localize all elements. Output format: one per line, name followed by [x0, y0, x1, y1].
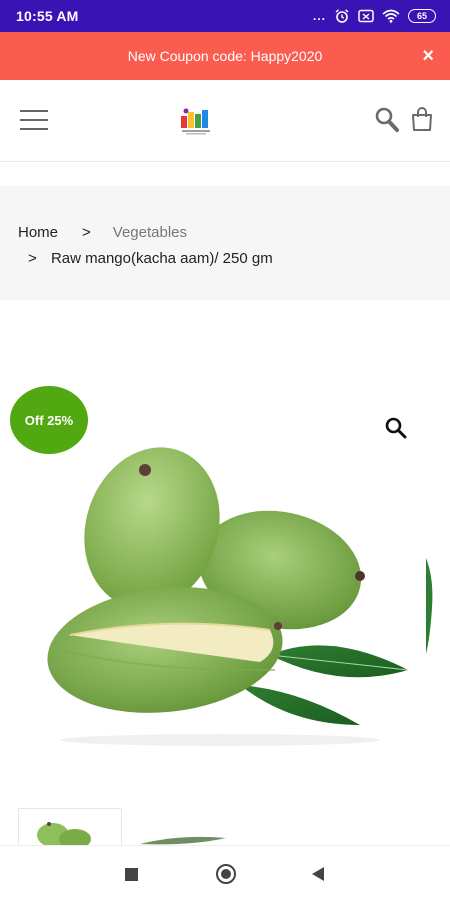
home-icon[interactable]	[216, 864, 236, 884]
status-time: 10:55 AM	[16, 8, 79, 24]
status-bar: 10:55 AM ... 65	[0, 0, 450, 32]
alarm-icon	[335, 9, 349, 23]
close-icon[interactable]: ×	[422, 46, 434, 66]
thumbnail-image	[37, 822, 91, 845]
system-nav-bar	[0, 845, 450, 900]
breadcrumb: Home > Vegetables > Raw mango(kacha aam)…	[0, 186, 450, 300]
breadcrumb-vegetables[interactable]: Vegetables	[113, 224, 187, 241]
product-image[interactable]	[30, 440, 420, 750]
next-image-peek[interactable]	[424, 558, 434, 654]
wifi-icon	[382, 9, 400, 23]
breadcrumb-separator: >	[28, 250, 37, 267]
breadcrumb-current: Raw mango(kacha aam)/ 250 gm	[50, 250, 273, 267]
screen-icon	[358, 9, 374, 23]
coupon-banner: New Coupon code: Happy2020 ×	[0, 32, 450, 80]
breadcrumb-home[interactable]: Home	[18, 224, 58, 241]
notification-dots: ...	[312, 9, 326, 23]
recents-icon[interactable]	[125, 868, 138, 881]
battery-icon: 65	[408, 9, 436, 23]
product-gallery: Off 25%	[0, 300, 450, 845]
thumbnail-strip	[18, 808, 234, 845]
menu-icon[interactable]	[20, 110, 48, 132]
zoom-icon[interactable]	[384, 416, 408, 440]
thumbnail[interactable]	[18, 808, 122, 845]
breadcrumb-separator: >	[82, 223, 91, 241]
search-icon[interactable]	[374, 106, 400, 134]
cart-icon[interactable]	[410, 106, 434, 132]
thumbnail-image	[140, 836, 226, 845]
status-icons: ... 65	[313, 8, 436, 24]
thumbnail[interactable]	[130, 808, 234, 845]
back-icon[interactable]	[312, 867, 324, 881]
logo[interactable]	[178, 106, 214, 136]
coupon-text: New Coupon code: Happy2020	[127, 48, 323, 64]
